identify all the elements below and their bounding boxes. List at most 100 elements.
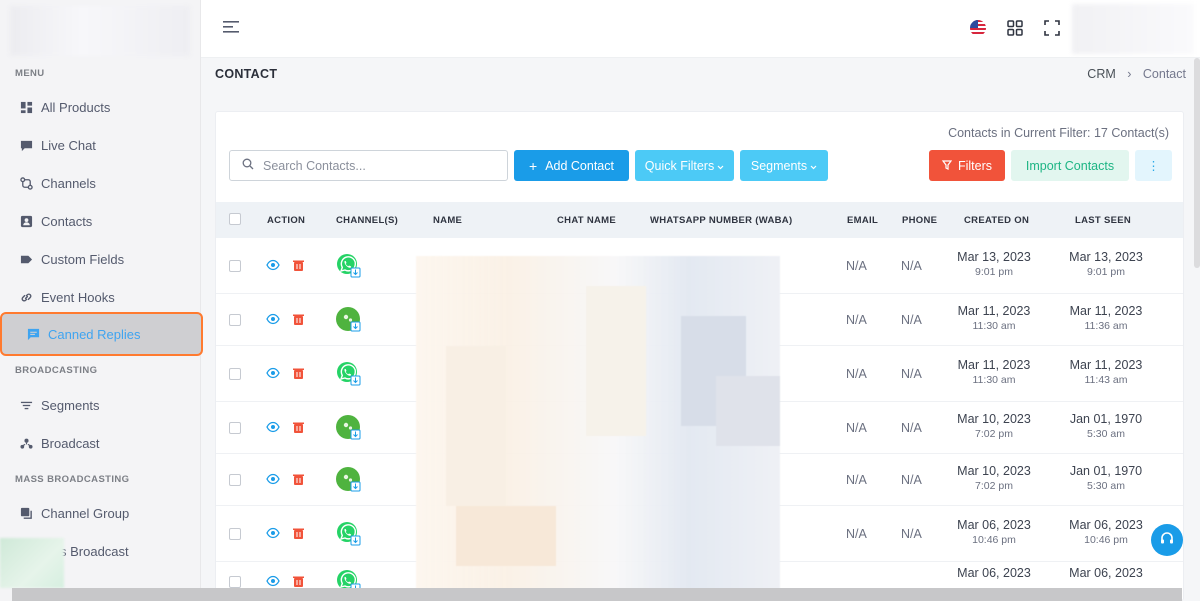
delete-trash-icon[interactable] bbox=[292, 527, 305, 540]
table-header: ACTION CHANNEL(S) NAME CHAT NAME WHATSAP… bbox=[216, 202, 1183, 238]
col-phone[interactable]: PHONE bbox=[902, 215, 937, 226]
select-all-checkbox[interactable] bbox=[229, 213, 241, 225]
whatsapp-channel-icon bbox=[336, 253, 362, 279]
row-checkbox[interactable] bbox=[229, 368, 241, 380]
phone-cell: N/A bbox=[901, 259, 922, 273]
chevron-down-icon bbox=[717, 159, 724, 173]
view-eye-icon[interactable] bbox=[266, 366, 280, 380]
email-cell: N/A bbox=[846, 313, 867, 327]
col-chat-name[interactable]: CHAT NAME bbox=[557, 215, 616, 226]
sidebar-item-custom-fields[interactable]: Custom Fields bbox=[0, 242, 201, 276]
breadcrumb-separator: › bbox=[1127, 67, 1132, 81]
email-cell: N/A bbox=[846, 259, 867, 273]
created-on-cell: Mar 10, 2023 7:02 pm bbox=[944, 412, 1044, 440]
phone-cell: N/A bbox=[901, 473, 922, 487]
created-time: 9:01 pm bbox=[975, 266, 1013, 278]
sidebar-item-live-chat[interactable]: Live Chat bbox=[0, 128, 201, 162]
topbar bbox=[201, 0, 1200, 58]
view-eye-icon[interactable] bbox=[266, 258, 280, 272]
sidebar-item-broadcast[interactable]: Broadcast bbox=[0, 426, 201, 460]
funnel-icon bbox=[941, 159, 953, 173]
more-options-button[interactable]: ⋮ bbox=[1135, 150, 1172, 181]
breadcrumb: CRM › Contact bbox=[1087, 67, 1186, 81]
delete-trash-icon[interactable] bbox=[292, 473, 305, 486]
view-eye-icon[interactable] bbox=[266, 312, 280, 326]
quick-filters-button[interactable]: Quick Filters bbox=[635, 150, 734, 181]
created-on-cell: Mar 13, 2023 9:01 pm bbox=[944, 250, 1044, 278]
view-eye-icon[interactable] bbox=[266, 574, 280, 588]
last-seen-date: Mar 11, 2023 bbox=[1069, 358, 1143, 372]
breadcrumb-crm-link[interactable]: CRM bbox=[1087, 67, 1115, 81]
sidebar-item-channels[interactable]: Channels bbox=[0, 166, 201, 200]
col-whatsapp-number[interactable]: WHATSAPP NUMBER (WABA) bbox=[650, 215, 792, 226]
us-flag-icon[interactable] bbox=[968, 18, 988, 38]
horizontal-scrollbar[interactable] bbox=[12, 588, 1182, 601]
menu-toggle-icon[interactable] bbox=[223, 19, 241, 38]
delete-trash-icon[interactable] bbox=[292, 313, 305, 326]
sidebar-item-canned-replies[interactable]: Canned Replies bbox=[0, 312, 203, 356]
view-eye-icon[interactable] bbox=[266, 420, 280, 434]
sidebar-item-contacts[interactable]: Contacts bbox=[0, 204, 201, 238]
view-eye-icon[interactable] bbox=[266, 526, 280, 540]
logo[interactable] bbox=[10, 6, 190, 56]
col-email[interactable]: EMAIL bbox=[847, 215, 878, 226]
delete-trash-icon[interactable] bbox=[292, 421, 305, 434]
sidebar-item-event-hooks[interactable]: Event Hooks bbox=[0, 280, 201, 314]
filters-label: Filters bbox=[957, 158, 993, 173]
sidebar-item-label: Segments bbox=[41, 397, 100, 413]
link-icon bbox=[19, 290, 33, 304]
redacted-name-columns bbox=[416, 256, 780, 600]
sidebar-item-label: Channels bbox=[41, 175, 96, 191]
row-checkbox[interactable] bbox=[229, 528, 241, 540]
import-contacts-button[interactable]: Import Contacts bbox=[1011, 150, 1129, 181]
filters-button[interactable]: Filters bbox=[929, 150, 1005, 181]
whatsapp-channel-icon bbox=[336, 521, 362, 547]
chat-icon bbox=[19, 138, 33, 152]
last-seen-date: Mar 13, 2023 bbox=[1069, 250, 1143, 264]
channels-icon bbox=[19, 176, 33, 190]
channel-avatar-icon bbox=[336, 467, 362, 493]
segments-button[interactable]: Segments bbox=[740, 150, 828, 181]
col-created-on[interactable]: CREATED ON bbox=[964, 215, 1029, 226]
last-seen-cell: Mar 06, 2023 10:46 pm bbox=[1056, 518, 1156, 546]
breadcrumb-current: Contact bbox=[1142, 67, 1186, 81]
last-seen-cell: Mar 11, 2023 11:36 am bbox=[1056, 304, 1156, 332]
col-last-seen[interactable]: LAST SEEN bbox=[1075, 215, 1131, 226]
vertical-scrollbar[interactable] bbox=[1194, 58, 1200, 268]
help-chat-button[interactable] bbox=[1151, 524, 1183, 556]
sidebar: MENU All Products Live Chat Channels Con… bbox=[0, 0, 203, 601]
plus-icon: + bbox=[529, 157, 538, 174]
last-seen-date: Mar 11, 2023 bbox=[1069, 304, 1143, 318]
last-seen-date: Mar 06, 2023 bbox=[1069, 566, 1143, 580]
created-date: Mar 11, 2023 bbox=[957, 358, 1031, 372]
last-seen-cell: Mar 11, 2023 11:43 am bbox=[1056, 358, 1156, 386]
add-contact-button[interactable]: + Add Contact bbox=[514, 150, 629, 181]
row-checkbox[interactable] bbox=[229, 576, 241, 588]
apps-grid-icon[interactable] bbox=[1005, 18, 1025, 38]
delete-trash-icon[interactable] bbox=[292, 259, 305, 272]
last-seen-cell: Mar 13, 2023 9:01 pm bbox=[1056, 250, 1156, 278]
sidebar-item-segments[interactable]: Segments bbox=[0, 388, 201, 422]
delete-trash-icon[interactable] bbox=[292, 575, 305, 588]
email-cell: N/A bbox=[846, 421, 867, 435]
sidebar-item-channel-group[interactable]: Channel Group bbox=[0, 496, 201, 530]
sidebar-item-all-products[interactable]: All Products bbox=[0, 90, 201, 124]
row-checkbox[interactable] bbox=[229, 474, 241, 486]
created-date: Mar 10, 2023 bbox=[957, 412, 1031, 426]
row-checkbox[interactable] bbox=[229, 260, 241, 272]
created-time: 7:02 pm bbox=[975, 480, 1013, 492]
sidebar-item-label: Canned Replies bbox=[48, 326, 141, 342]
delete-trash-icon[interactable] bbox=[292, 367, 305, 380]
search-box[interactable] bbox=[229, 150, 508, 181]
user-profile[interactable] bbox=[1072, 4, 1194, 54]
last-seen-cell: Mar 06, 2023 bbox=[1056, 566, 1156, 582]
col-name[interactable]: NAME bbox=[433, 215, 462, 226]
row-checkbox[interactable] bbox=[229, 314, 241, 326]
row-checkbox[interactable] bbox=[229, 422, 241, 434]
phone-cell: N/A bbox=[901, 367, 922, 381]
last-seen-time: 10:46 pm bbox=[1084, 534, 1128, 546]
search-input[interactable] bbox=[263, 158, 493, 173]
view-eye-icon[interactable] bbox=[266, 472, 280, 486]
tag-icon bbox=[19, 252, 33, 266]
fullscreen-icon[interactable] bbox=[1042, 18, 1062, 38]
